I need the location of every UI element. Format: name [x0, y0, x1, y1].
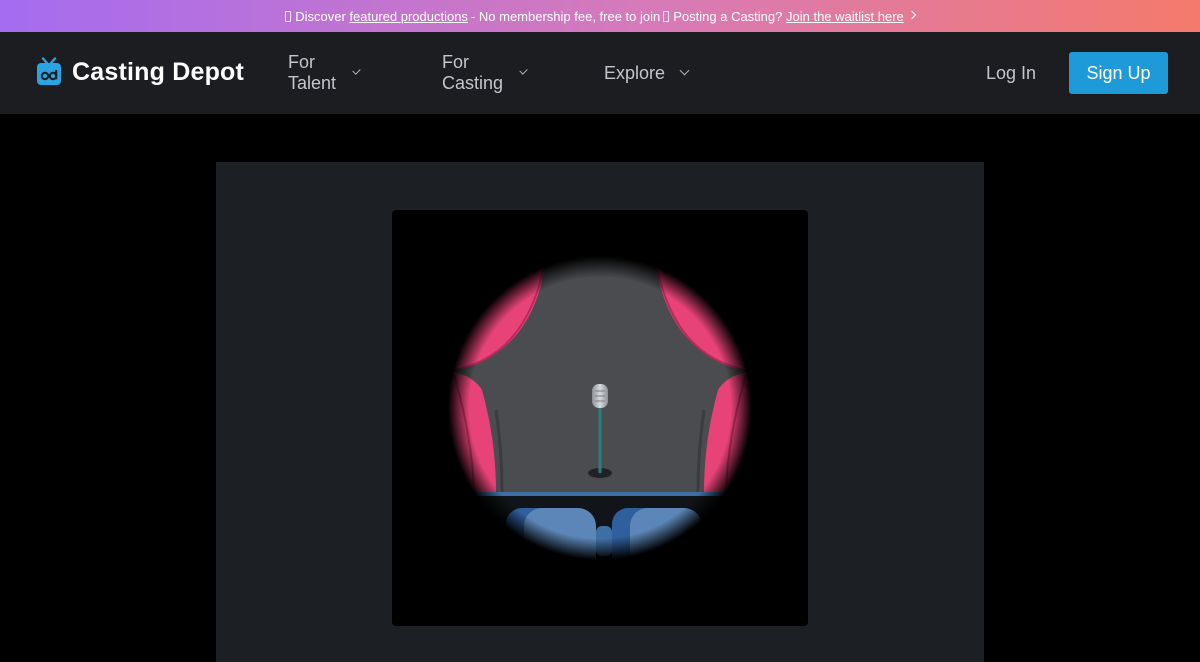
- nav-item-label: Explore: [604, 62, 666, 83]
- announcement-banner: Discover featured productions - No membe…: [0, 0, 1200, 32]
- banner-middle-text: - No membership fee, free to join: [470, 8, 661, 24]
- login-link[interactable]: Log In: [986, 58, 1036, 88]
- featured-productions-link[interactable]: featured productions: [349, 9, 468, 24]
- brand-name: Casting Depot: [72, 57, 245, 86]
- megaphone-icon: [663, 10, 670, 22]
- nav-for-casting[interactable]: For Casting: [442, 52, 528, 93]
- signup-button[interactable]: Sign Up: [1069, 52, 1168, 94]
- banner-discover-text: Discover: [295, 8, 346, 24]
- play-icon: [285, 10, 292, 22]
- banner-posting-text: Posting a Casting?: [673, 8, 783, 24]
- stage-spotlight-illustration: [392, 210, 808, 626]
- nav-item-label: For Talent: [288, 52, 337, 93]
- brand-logo[interactable]: Casting Depot: [36, 54, 244, 90]
- chevron-right-icon: [907, 10, 917, 20]
- nav-explore[interactable]: Explore: [604, 58, 690, 88]
- tv-icon: [37, 57, 61, 85]
- nav-item-label: For Casting: [442, 52, 504, 93]
- nav-for-talent[interactable]: For Talent: [288, 52, 361, 93]
- join-waitlist-link[interactable]: Join the waitlist here: [786, 9, 904, 24]
- chevron-down-icon: [679, 65, 690, 75]
